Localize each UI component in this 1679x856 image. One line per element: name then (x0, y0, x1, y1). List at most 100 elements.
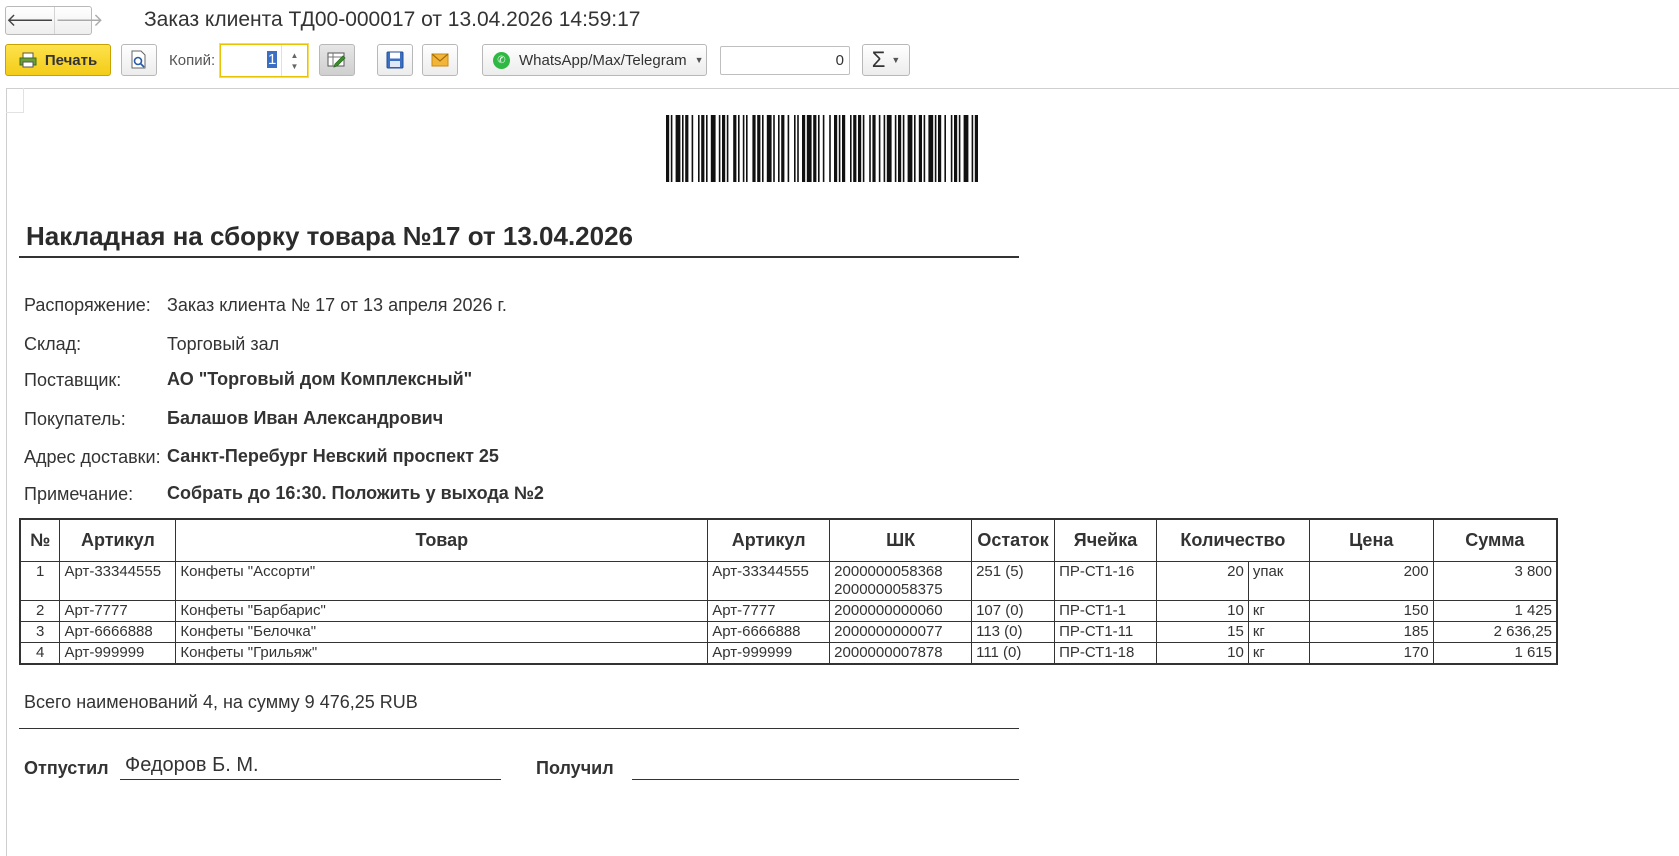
order-value: Заказ клиента № 17 от 13 апреля 2026 г. (167, 295, 507, 315)
buyer-label: Покупатель: (24, 409, 126, 429)
barcode-value: 2000000058368 (834, 562, 943, 580)
received-signature-line (632, 779, 1019, 780)
unit-cell: кг (1247, 642, 1310, 664)
table-row: 3 Арт-6666888 Конфеты "Белочка" Арт-6666… (19, 621, 1558, 643)
barcode-bar (971, 115, 974, 182)
column-header: № (19, 518, 61, 562)
document-area (6, 88, 1679, 856)
quantity-cell: 10 (1155, 642, 1249, 664)
supplier-label: Поставщик: (24, 370, 122, 390)
barcode-bar (838, 115, 841, 182)
barcode-bar (954, 115, 958, 182)
unit-cell: кг (1247, 621, 1310, 643)
cell-location: ПР-СТ1-18 (1054, 642, 1157, 664)
quantity-cell: 20 (1155, 561, 1249, 601)
price-cell: 200 (1308, 561, 1434, 601)
forward-button[interactable]: 🡒 (54, 7, 104, 34)
sigma-icon: Σ (871, 47, 886, 72)
stock-cell: 107 (0) (971, 600, 1056, 622)
stock-cell: 251 (5) (971, 561, 1056, 601)
barcode-image (666, 115, 978, 182)
preview-button[interactable] (121, 44, 157, 76)
barcode-bar (710, 115, 716, 182)
chevron-down-icon: ▼ (891, 55, 901, 65)
article-cell: Арт-999999 (59, 642, 177, 664)
unit-cell: кг (1247, 600, 1310, 622)
print-button[interactable]: Печать (5, 44, 111, 76)
barcode-bar (914, 115, 916, 182)
sum-cell: 1 615 (1432, 642, 1558, 664)
column-header: Артикул (59, 518, 177, 562)
barcode-bar (834, 115, 838, 182)
barcode-cell: 2000000058368 2000000058375 (829, 561, 973, 601)
edit-document-button[interactable] (319, 44, 355, 76)
table-row: 2 Арт-7777 Конфеты "Барбарис" Арт-7777 2… (19, 600, 1558, 622)
row-number: 4 (19, 642, 61, 664)
barcode-bar (862, 115, 865, 182)
barcode-bar (685, 115, 689, 182)
note-value: Собрать до 16:30. Положить у выхода №2 (167, 483, 544, 503)
barcode-bar (701, 115, 705, 182)
warehouse-value: Торговый зал (167, 334, 280, 354)
barcode-bar (813, 115, 817, 182)
buyer-value: Балашов Иван Александрович (167, 408, 444, 428)
barcode-bar (950, 115, 953, 182)
table-header-row: № Артикул Товар Артикул ШК Остаток Ячейк… (19, 518, 1558, 562)
sigma-button[interactable]: Σ ▼ (862, 44, 910, 76)
product-cell: Конфеты "Барбарис" (175, 600, 709, 622)
barcode-bar (872, 115, 876, 182)
barcode-bar (853, 115, 857, 182)
barcode-bar (762, 115, 764, 182)
row-number: 3 (19, 621, 61, 643)
table-row: 4 Арт-999999 Конфеты "Грильяж" Арт-99999… (19, 642, 1558, 664)
copies-input[interactable]: 1 ▲ ▼ (220, 44, 308, 77)
order-label: Распоряжение: (24, 295, 151, 315)
barcode-bar (718, 115, 721, 182)
delivery-address-label: Адрес доставки: (24, 447, 161, 467)
barcode-bar (802, 115, 806, 182)
arrow-right-icon: 🡒 (55, 10, 104, 30)
document-title: Накладная на сборку товара №17 от 13.04.… (26, 221, 634, 251)
article-cell: Арт-7777 (59, 600, 177, 622)
whatsapp-icon: ✆ (493, 51, 510, 69)
stepper-down-icon[interactable]: ▼ (291, 61, 299, 72)
save-button[interactable] (377, 44, 413, 76)
send-email-button[interactable] (422, 44, 458, 76)
barcode-bar (666, 115, 670, 182)
barcode-bar (675, 115, 681, 182)
table-row: 1 Арт-33344555 Конфеты "Ассорти" Арт-333… (19, 561, 1558, 601)
barcode-bar (726, 115, 729, 182)
row-number: 2 (19, 600, 61, 622)
barcode-bar (818, 115, 820, 182)
row-number: 1 (19, 561, 61, 601)
article-cell: Арт-6666888 (59, 621, 177, 643)
received-label: Получил (536, 758, 614, 778)
barcode-bar (752, 115, 756, 182)
barcode-bar (878, 115, 881, 182)
floppy-disk-icon (386, 51, 404, 69)
stepper-up-icon[interactable]: ▲ (291, 50, 299, 61)
cell-location: ПР-СТ1-11 (1054, 621, 1157, 643)
supplier-value: АО "Торговый дом Комплексный" (167, 369, 473, 389)
barcode-bar (850, 115, 852, 182)
messenger-send-button[interactable]: ✆ WhatsApp/Max/Telegram ▼ (482, 44, 707, 76)
column-header: Сумма (1432, 518, 1558, 562)
title-bar: 🡐 🡒 Заказ клиента ТД00-000017 от 13.04.2… (0, 0, 1679, 40)
barcode-bar (797, 115, 799, 182)
column-header: Остаток (971, 518, 1056, 562)
sum-cell: 3 800 (1432, 561, 1558, 601)
column-header: Товар (175, 518, 709, 562)
barcode-bar (869, 115, 871, 182)
barcode-bar (787, 115, 790, 182)
sum-cell: 1 425 (1432, 600, 1558, 622)
copies-stepper[interactable]: ▲ ▼ (281, 45, 307, 76)
barcode-bar (682, 115, 684, 182)
barcode-bar (894, 115, 897, 182)
back-button[interactable]: 🡐 (6, 7, 54, 34)
barcode-bar (974, 115, 978, 182)
envelope-icon (431, 53, 449, 67)
column-header: Артикул (707, 518, 831, 562)
sum-field[interactable]: 0 (720, 46, 850, 75)
barcode-bar (757, 115, 761, 182)
barcode-bar (886, 115, 892, 182)
